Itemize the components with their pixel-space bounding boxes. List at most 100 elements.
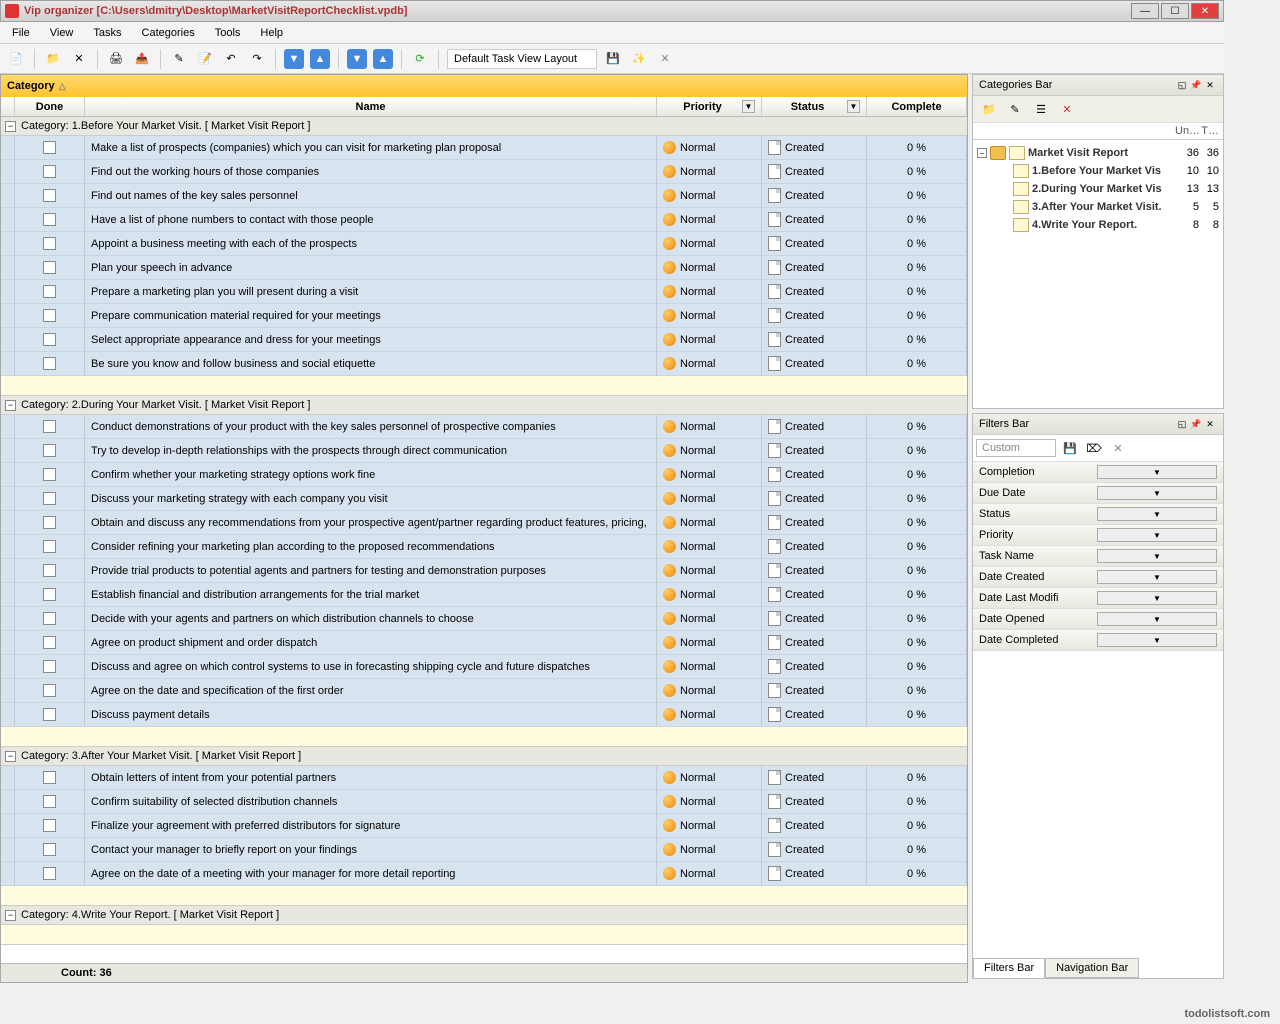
dropdown-icon[interactable]: ▼	[1097, 570, 1217, 584]
layout-save-icon[interactable]: 💾	[603, 49, 623, 69]
done-checkbox[interactable]	[43, 795, 56, 808]
dropdown-icon[interactable]: ▼	[1097, 591, 1217, 605]
done-checkbox[interactable]	[43, 237, 56, 250]
filter-field[interactable]: Completion▼	[973, 462, 1223, 483]
task-row[interactable]: Prepare a marketing plan you will presen…	[1, 280, 967, 304]
collapse-icon[interactable]: −	[5, 910, 16, 921]
tree-root[interactable]: −Market Visit Report3636	[977, 144, 1219, 162]
task-row[interactable]: Confirm suitability of selected distribu…	[1, 790, 967, 814]
delete-icon[interactable]: ✕	[69, 49, 89, 69]
dropdown-icon[interactable]: ▼	[847, 100, 860, 113]
close-button[interactable]: ✕	[1191, 3, 1219, 19]
collapse-icon[interactable]: −	[5, 751, 16, 762]
layout-wand-icon[interactable]: ✨	[629, 49, 649, 69]
done-checkbox[interactable]	[43, 261, 56, 274]
filter-field[interactable]: Task Name▼	[973, 546, 1223, 567]
tab-filters-bar[interactable]: Filters Bar	[973, 958, 1045, 978]
done-checkbox[interactable]	[43, 771, 56, 784]
tree-child[interactable]: 3.After Your Market Visit.55	[977, 198, 1219, 216]
done-checkbox[interactable]	[43, 819, 56, 832]
edit-icon[interactable]: ✎	[169, 49, 189, 69]
task-row[interactable]: Find out names of the key sales personne…	[1, 184, 967, 208]
filter-field[interactable]: Status▼	[973, 504, 1223, 525]
task-row[interactable]: Agree on the date of a meeting with your…	[1, 862, 967, 886]
panel-pin-icon[interactable]: 📌	[1189, 78, 1203, 92]
panel-restore-icon[interactable]: ◱	[1175, 417, 1189, 431]
task-row[interactable]: Decide with your agents and partners on …	[1, 607, 967, 631]
tree-child[interactable]: 4.Write Your Report.88	[977, 216, 1219, 234]
done-checkbox[interactable]	[43, 612, 56, 625]
done-checkbox[interactable]	[43, 660, 56, 673]
task-row[interactable]: Obtain letters of intent from your poten…	[1, 766, 967, 790]
done-checkbox[interactable]	[43, 564, 56, 577]
collapse-icon[interactable]: −	[5, 121, 16, 132]
up2-icon[interactable]: ▲	[373, 49, 393, 69]
done-checkbox[interactable]	[43, 684, 56, 697]
task-row[interactable]: Prepare communication material required …	[1, 304, 967, 328]
done-checkbox[interactable]	[43, 708, 56, 721]
task-row[interactable]: Finalize your agreement with preferred d…	[1, 814, 967, 838]
filter-clear-icon[interactable]: ⌦	[1084, 438, 1104, 458]
done-checkbox[interactable]	[43, 309, 56, 322]
done-checkbox[interactable]	[43, 444, 56, 457]
maximize-button[interactable]: ☐	[1161, 3, 1189, 19]
down2-icon[interactable]: ▼	[347, 49, 367, 69]
cat-list-icon[interactable]: ☰	[1031, 99, 1051, 119]
task-row[interactable]: Make a list of prospects (companies) whi…	[1, 136, 967, 160]
refresh-icon[interactable]: ⟳	[410, 49, 430, 69]
filter-field[interactable]: Date Completed▼	[973, 630, 1223, 651]
filter-field[interactable]: Date Opened▼	[973, 609, 1223, 630]
done-checkbox[interactable]	[43, 516, 56, 529]
done-checkbox[interactable]	[43, 636, 56, 649]
task-row[interactable]: Appoint a business meeting with each of …	[1, 232, 967, 256]
done-checkbox[interactable]	[43, 285, 56, 298]
cat-new-icon[interactable]: 📁	[979, 99, 999, 119]
task-row[interactable]: Establish financial and distribution arr…	[1, 583, 967, 607]
panel-close-icon[interactable]: ✕	[1203, 417, 1217, 431]
task-row[interactable]: Contact your manager to briefly report o…	[1, 838, 967, 862]
task-row[interactable]: Agree on the date and specification of t…	[1, 679, 967, 703]
filter-del-icon[interactable]: ✕	[1108, 438, 1128, 458]
cat-edit-icon[interactable]: ✎	[1005, 99, 1025, 119]
tab-navigation-bar[interactable]: Navigation Bar	[1045, 958, 1139, 978]
dropdown-icon[interactable]: ▼	[1097, 528, 1217, 542]
category-row[interactable]: −Category: 1.Before Your Market Visit. […	[1, 117, 967, 136]
done-checkbox[interactable]	[43, 189, 56, 202]
menu-help[interactable]: Help	[256, 25, 287, 41]
dropdown-icon[interactable]: ▼	[1097, 465, 1217, 479]
done-checkbox[interactable]	[43, 213, 56, 226]
export-icon[interactable]: 📤	[132, 49, 152, 69]
done-checkbox[interactable]	[43, 468, 56, 481]
done-checkbox[interactable]	[43, 843, 56, 856]
panel-restore-icon[interactable]: ◱	[1175, 78, 1189, 92]
task-row[interactable]: Try to develop in-depth relationships wi…	[1, 439, 967, 463]
category-row[interactable]: −Category: 3.After Your Market Visit. [ …	[1, 747, 967, 766]
filter-field[interactable]: Date Last Modifi▼	[973, 588, 1223, 609]
undo-icon[interactable]: ↶	[221, 49, 241, 69]
done-checkbox[interactable]	[43, 588, 56, 601]
col-complete[interactable]: Complete	[867, 97, 967, 116]
collapse-icon[interactable]: −	[977, 148, 987, 158]
up-icon[interactable]: ▲	[310, 49, 330, 69]
task-row[interactable]: Plan your speech in advanceNormalCreated…	[1, 256, 967, 280]
task-row[interactable]: Conduct demonstrations of your product w…	[1, 415, 967, 439]
dropdown-icon[interactable]: ▼	[1097, 612, 1217, 626]
task-row[interactable]: Provide trial products to potential agen…	[1, 559, 967, 583]
tree-child[interactable]: 2.During Your Market Vis1313	[977, 180, 1219, 198]
layout-del-icon[interactable]: ✕	[655, 49, 675, 69]
menu-tools[interactable]: Tools	[211, 25, 245, 41]
task-row[interactable]: Consider refining your marketing plan ac…	[1, 535, 967, 559]
dropdown-icon[interactable]: ▼	[742, 100, 755, 113]
done-checkbox[interactable]	[43, 333, 56, 346]
panel-pin-icon[interactable]: 📌	[1189, 417, 1203, 431]
print-icon[interactable]: 🖨	[106, 49, 126, 69]
task-row[interactable]: Discuss payment detailsNormalCreated0 %	[1, 703, 967, 727]
folder-icon[interactable]: 📁	[43, 49, 63, 69]
col-done[interactable]: Done	[15, 97, 85, 116]
cat-del-icon[interactable]: ✕	[1057, 99, 1077, 119]
task-row[interactable]: Find out the working hours of those comp…	[1, 160, 967, 184]
collapse-icon[interactable]: −	[5, 400, 16, 411]
dropdown-icon[interactable]: ▼	[1097, 507, 1217, 521]
task-row[interactable]: Confirm whether your marketing strategy …	[1, 463, 967, 487]
done-checkbox[interactable]	[43, 357, 56, 370]
